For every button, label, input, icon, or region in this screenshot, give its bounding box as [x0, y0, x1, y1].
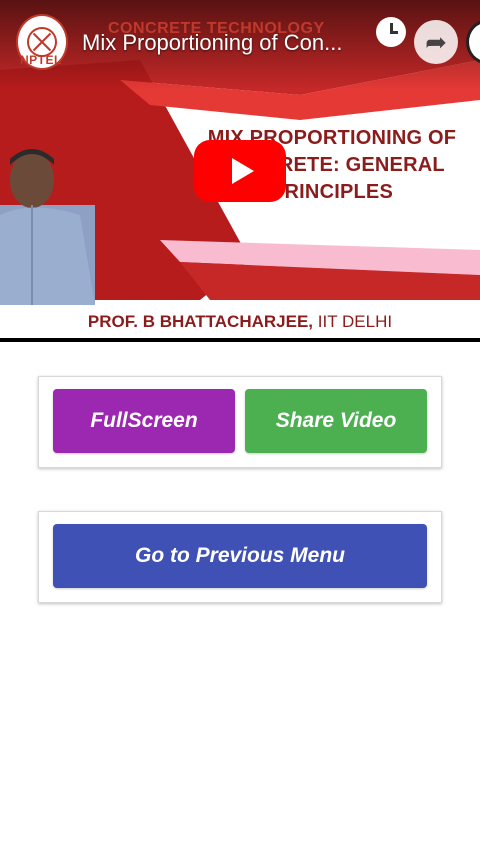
presenter-image [0, 149, 95, 305]
presenter-credit: PROF. B BHATTACHARJEE, IIT DELHI [0, 312, 480, 332]
navigation-card: Go to Previous Menu [38, 511, 442, 603]
video-bottom-border [0, 338, 480, 342]
play-button[interactable] [194, 140, 286, 202]
video-title: Mix Proportioning of Con... [82, 30, 343, 55]
presenter-institute: IIT DELHI [313, 312, 393, 331]
fullscreen-button[interactable]: FullScreen [53, 389, 235, 453]
share-icon[interactable]: ➦ [414, 20, 458, 64]
share-video-button[interactable]: Share Video [245, 389, 427, 453]
clock-icon[interactable] [376, 17, 406, 47]
presenter-name: PROF. B BHATTACHARJEE, [87, 312, 314, 331]
video-actions-card: FullScreen Share Video [38, 376, 442, 468]
nptel-logo-text: NPTEL [20, 53, 62, 67]
previous-menu-button[interactable]: Go to Previous Menu [53, 524, 427, 588]
play-icon [232, 158, 254, 184]
video-player[interactable]: NPTEL CONCRETE TECHNOLOGY Mix Proportion… [0, 0, 480, 338]
